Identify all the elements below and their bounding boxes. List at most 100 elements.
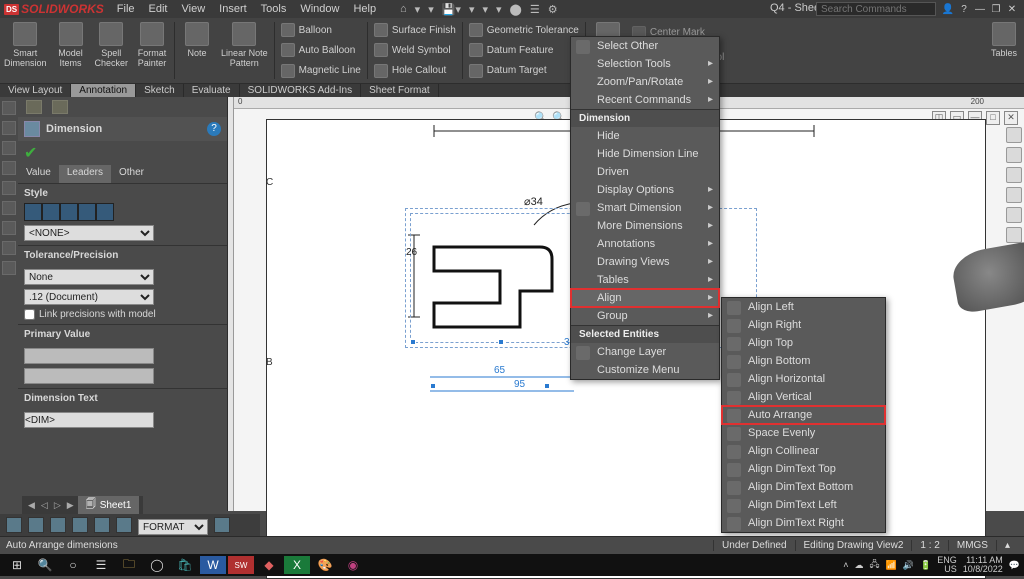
hud-icon[interactable] <box>1006 167 1022 183</box>
datum-feature-button[interactable]: Datum Feature <box>469 43 579 57</box>
align-dimtext-bottom[interactable]: Align DimText Bottom <box>722 478 885 496</box>
tab-view-layout[interactable]: View Layout <box>0 84 71 97</box>
tool-icon[interactable] <box>2 181 16 195</box>
layer-icon[interactable] <box>28 517 44 533</box>
auto-arrange[interactable]: Auto Arrange <box>722 406 885 424</box>
subtab-leaders[interactable]: Leaders <box>59 165 111 183</box>
align-collinear[interactable]: Align Collinear <box>722 442 885 460</box>
align-dimtext-top[interactable]: Align DimText Top <box>722 460 885 478</box>
space-evenly[interactable]: Space Evenly <box>722 424 885 442</box>
solidworks-icon[interactable]: SW <box>228 556 254 574</box>
align-left[interactable]: Align Left <box>722 298 885 316</box>
handle-icon[interactable] <box>430 383 436 389</box>
hud-icon[interactable] <box>1006 147 1022 163</box>
tray-battery-icon[interactable]: 🔋 <box>920 560 931 571</box>
datum-target-button[interactable]: Datum Target <box>469 64 579 78</box>
pm-help-icon[interactable]: ? <box>207 122 221 136</box>
linear-note-pattern-button[interactable]: Linear Note Pattern <box>217 18 272 83</box>
tab-sheet-format[interactable]: Sheet Format <box>361 84 439 97</box>
tool-icon[interactable] <box>2 201 16 215</box>
ctx-drawing-views[interactable]: Drawing Views <box>571 253 719 271</box>
style-select[interactable]: <NONE> <box>24 225 154 241</box>
handle-icon[interactable] <box>498 339 504 345</box>
handle-icon[interactable] <box>410 339 416 345</box>
align-vertical[interactable]: Align Vertical <box>722 388 885 406</box>
tab-annotation[interactable]: Annotation <box>71 84 136 97</box>
start-icon[interactable]: ⊞ <box>4 556 30 574</box>
align-top[interactable]: Align Top <box>722 334 885 352</box>
subtab-other[interactable]: Other <box>111 165 152 183</box>
menu-view[interactable]: View <box>175 1 213 17</box>
hud-icon[interactable] <box>1006 127 1022 143</box>
user-icon[interactable]: 👤 <box>940 4 956 15</box>
ctx-display-options[interactable]: Display Options <box>571 181 719 199</box>
align-right[interactable]: Align Right <box>722 316 885 334</box>
close-view-icon[interactable]: ✕ <box>1004 111 1018 125</box>
handle-icon[interactable] <box>544 383 550 389</box>
tray-clock[interactable]: 11:11 AM10/8/2022 <box>963 556 1003 574</box>
app-icon[interactable]: ◉ <box>340 556 366 574</box>
options-icon[interactable]: ☰ <box>530 3 540 16</box>
sheet-next-icon[interactable]: ▷ <box>52 500 63 511</box>
layer-icon[interactable] <box>116 517 132 533</box>
link-precisions-checkbox[interactable]: Link precisions with model <box>24 309 221 320</box>
fm-tab-icon[interactable] <box>26 100 42 114</box>
taskview-icon[interactable]: ☰ <box>88 556 114 574</box>
app-icon[interactable]: ◆ <box>256 556 282 574</box>
style-btn-icon[interactable] <box>96 203 114 221</box>
tray-cloud-icon[interactable]: ☁ <box>855 560 864 571</box>
ctx-customize-menu[interactable]: Customize Menu <box>571 361 719 379</box>
word-icon[interactable]: W <box>200 556 226 574</box>
explorer-icon[interactable]: 🗀 <box>116 556 142 574</box>
align-dimtext-right[interactable]: Align DimText Right <box>722 514 885 532</box>
status-chevron-icon[interactable]: ▴ <box>996 540 1018 551</box>
ctx-annotations[interactable]: Annotations <box>571 235 719 253</box>
help-icon[interactable]: ? <box>956 4 972 15</box>
store-icon[interactable]: 🛍 <box>172 556 198 574</box>
align-bottom[interactable]: Align Bottom <box>722 352 885 370</box>
ctx-more-dimensions[interactable]: More Dimensions <box>571 217 719 235</box>
print-icon[interactable]: ▾ <box>469 3 475 16</box>
restore-icon[interactable]: ❐ <box>988 4 1004 15</box>
ctx-smart-dimension[interactable]: Smart Dimension <box>571 199 719 217</box>
tool-icon[interactable] <box>2 161 16 175</box>
surface-finish-button[interactable]: Surface Finish <box>374 23 456 37</box>
max-icon[interactable]: □ <box>986 111 1000 125</box>
model-items-button[interactable]: Model Items <box>51 18 91 83</box>
tables-button[interactable]: Tables <box>984 18 1024 83</box>
fm-tab-icon[interactable] <box>52 100 68 114</box>
excel-icon[interactable]: X <box>284 556 310 574</box>
tool-icon[interactable] <box>2 261 16 275</box>
style-btn-icon[interactable] <box>42 203 60 221</box>
hud-icon[interactable] <box>1006 187 1022 203</box>
menu-file[interactable]: File <box>110 1 142 17</box>
align-horizontal[interactable]: Align Horizontal <box>722 370 885 388</box>
tab-addins[interactable]: SOLIDWORKS Add-Ins <box>240 84 361 97</box>
chrome-icon[interactable]: ◯ <box>144 556 170 574</box>
menu-edit[interactable]: Edit <box>142 1 175 17</box>
layer-icon[interactable] <box>94 517 110 533</box>
close-icon[interactable]: ✕ <box>1004 4 1020 15</box>
smart-dimension-button[interactable]: Smart Dimension <box>0 18 51 83</box>
style-btn-icon[interactable] <box>78 203 96 221</box>
layer-icon[interactable] <box>50 517 66 533</box>
balloon-button[interactable]: Balloon <box>281 23 361 37</box>
status-units[interactable]: MMGS <box>948 540 996 551</box>
new-icon[interactable]: ▾ <box>415 3 421 16</box>
menu-window[interactable]: Window <box>293 1 346 17</box>
ok-icon[interactable]: ✔ <box>24 145 37 162</box>
sheet-next-icon[interactable]: ▶ <box>65 500 76 511</box>
layer-icon[interactable] <box>214 517 230 533</box>
subtab-value[interactable]: Value <box>18 165 59 183</box>
ctx-hide-dimline[interactable]: Hide Dimension Line <box>571 145 719 163</box>
paint-icon[interactable]: 🎨 <box>312 556 338 574</box>
tool-icon[interactable] <box>2 141 16 155</box>
settings-icon[interactable]: ⚙ <box>548 3 558 16</box>
h-dim-65[interactable]: 65 <box>494 365 505 376</box>
note-button[interactable]: Note <box>177 18 217 83</box>
search-commands-input[interactable] <box>816 2 936 16</box>
home-icon[interactable]: ⌂ <box>400 3 407 15</box>
save-icon[interactable]: 💾▾ <box>442 3 461 16</box>
tray-network-icon[interactable]: 🖧 <box>870 557 880 573</box>
tool-icon[interactable] <box>2 101 16 115</box>
